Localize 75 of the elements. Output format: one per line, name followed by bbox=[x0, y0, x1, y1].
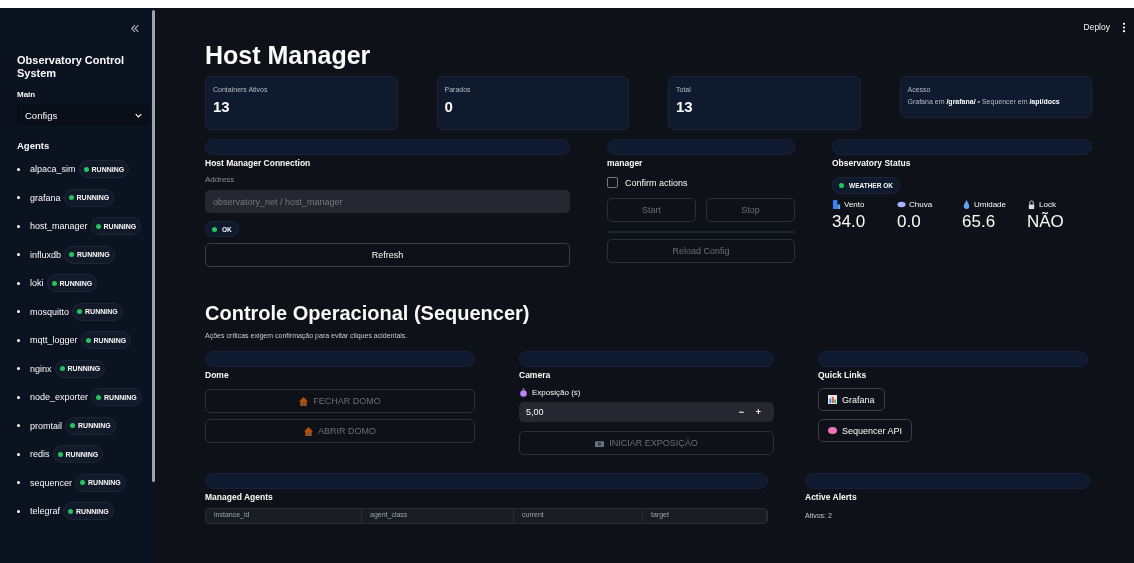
agent-name: influxdb bbox=[30, 249, 62, 260]
bullet-icon bbox=[17, 196, 20, 200]
bullet-icon bbox=[17, 253, 20, 257]
timer-icon bbox=[519, 388, 528, 397]
section-heading: Observatory Status bbox=[832, 158, 912, 168]
refresh-button[interactable]: Refresh bbox=[205, 243, 570, 267]
agent-name: sequencer bbox=[30, 477, 73, 488]
nav-label: Main bbox=[17, 90, 37, 99]
nav-select[interactable]: Configs bbox=[17, 104, 150, 126]
section-heading: Dome bbox=[205, 370, 230, 380]
lock-icon bbox=[1027, 200, 1036, 209]
reading-value: 0.0 bbox=[897, 212, 922, 232]
agent-name: telegraf bbox=[30, 506, 61, 517]
reading-label: Lock bbox=[1039, 200, 1056, 209]
scrollbar[interactable] bbox=[152, 10, 155, 482]
agent-name: grafana bbox=[30, 192, 61, 203]
bullet-icon bbox=[17, 424, 20, 428]
section-heading: Quick Links bbox=[818, 370, 868, 380]
droplet-icon bbox=[962, 200, 971, 209]
house-icon bbox=[304, 426, 313, 436]
checkbox[interactable] bbox=[607, 177, 618, 188]
reading-value: 65.6 bbox=[962, 212, 997, 232]
deploy-button[interactable]: Deploy bbox=[1083, 22, 1110, 32]
agent-name: mqtt_logger bbox=[30, 335, 78, 346]
section-heading: manager bbox=[607, 158, 644, 168]
agent-name: loki bbox=[30, 278, 44, 289]
section-heading: Camera bbox=[519, 370, 552, 380]
metric-value: 0 bbox=[444, 98, 454, 115]
link-button[interactable]: Sequencer API bbox=[818, 419, 913, 442]
reading-value: 34.0 bbox=[832, 212, 867, 232]
section-heading: Managed Agents bbox=[205, 492, 274, 502]
reading-label: Umidade bbox=[974, 200, 1006, 209]
reading-value: NÃO bbox=[1027, 212, 1065, 232]
bullet-icon bbox=[17, 167, 20, 171]
sidebar-title: Observatory Control System bbox=[17, 54, 125, 80]
exposure-field[interactable]: 5,00 − + bbox=[519, 402, 774, 422]
reading-label: Vento bbox=[844, 200, 865, 209]
agent-name: alpaca_sim bbox=[30, 164, 76, 175]
bullet-icon bbox=[17, 224, 20, 228]
cloud-icon bbox=[897, 200, 906, 209]
agent-name: promtail bbox=[30, 420, 62, 431]
section-heading: Active Alerts bbox=[805, 492, 858, 502]
agents-heading: Agents bbox=[17, 140, 51, 151]
house-icon bbox=[299, 396, 309, 406]
bar-chart-icon bbox=[828, 395, 837, 404]
camera-icon bbox=[595, 438, 605, 448]
section-title: Controle Operacional (Sequencer) bbox=[205, 301, 531, 325]
agent-name: mosquitto bbox=[30, 306, 70, 317]
bullet-icon bbox=[17, 509, 20, 513]
link-button[interactable]: Grafana bbox=[818, 388, 885, 411]
agent-name: host_manager bbox=[30, 221, 88, 232]
chevron-down-icon bbox=[135, 112, 142, 118]
bullet-icon bbox=[17, 481, 20, 485]
metric-value: 13 bbox=[213, 98, 231, 115]
wind-icon bbox=[832, 200, 841, 209]
bullet-icon bbox=[17, 281, 20, 285]
bullet-icon bbox=[17, 310, 20, 314]
bullet-icon bbox=[17, 452, 20, 456]
bullet-icon bbox=[17, 338, 20, 342]
decrement-button[interactable]: − bbox=[733, 407, 750, 417]
reading-label: Chuva bbox=[909, 200, 933, 209]
metric-value: 13 bbox=[676, 98, 694, 115]
section-heading: Host Manager Connection bbox=[205, 158, 312, 168]
increment-button[interactable]: + bbox=[750, 407, 767, 417]
checkbox-label: Confirm actions bbox=[625, 177, 688, 188]
field-label: Exposição (s) bbox=[532, 388, 581, 397]
agent-name: nginx bbox=[30, 363, 52, 374]
agent-name: redis bbox=[30, 449, 50, 460]
collapse-icon[interactable] bbox=[130, 24, 140, 33]
agent-name: node_exporter bbox=[30, 392, 89, 403]
menu-icon[interactable] bbox=[1122, 21, 1126, 33]
page-title: Host Manager bbox=[205, 40, 372, 70]
bullet-icon bbox=[17, 367, 20, 371]
field-label: Address bbox=[205, 175, 236, 184]
bullet-icon bbox=[17, 395, 20, 399]
